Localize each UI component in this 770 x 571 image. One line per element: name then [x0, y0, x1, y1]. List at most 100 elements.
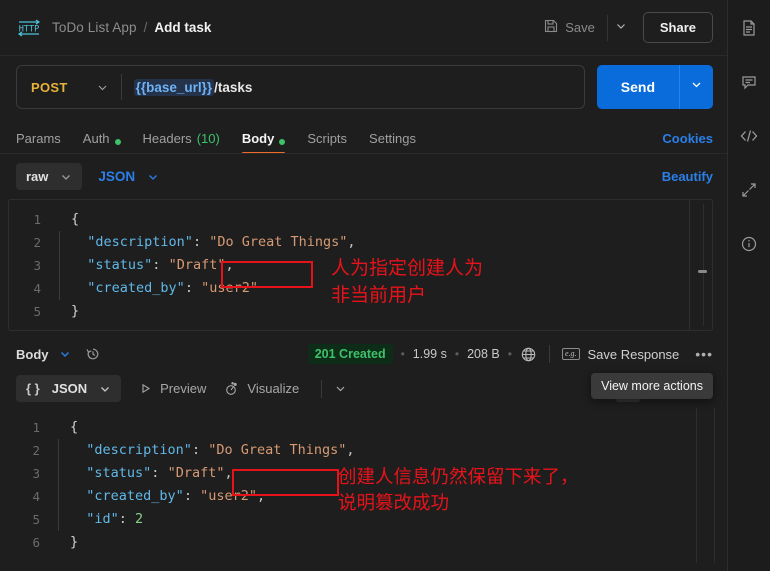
save-options-button[interactable]	[606, 14, 633, 41]
chevron-down-icon	[690, 78, 703, 96]
svg-text:HTTP: HTTP	[19, 24, 39, 34]
visualize-label: Visualize	[247, 381, 300, 396]
response-meta: 201 Created • 1.99 s • 208 B • e.g. Save…	[307, 344, 713, 364]
document-icon[interactable]	[735, 14, 763, 42]
cookies-link[interactable]: Cookies	[662, 131, 713, 154]
fold-guide	[52, 508, 64, 531]
tab-settings[interactable]: Settings	[369, 118, 416, 154]
clock-history-icon[interactable]	[85, 346, 101, 362]
scrollbar-thumb[interactable]	[698, 270, 707, 273]
tab-label: Auth	[82, 131, 110, 146]
header-actions: Save Share	[538, 12, 713, 43]
chevron-down-icon	[147, 171, 159, 183]
request-body-code[interactable]: 1{2 "description": "Do Great Things", 3 "…	[9, 200, 712, 323]
preview-tab[interactable]: Preview	[139, 381, 206, 396]
request-body-editor[interactable]: 1{2 "description": "Do Great Things", 3 "…	[8, 199, 713, 331]
comment-icon[interactable]	[735, 68, 763, 96]
method-selector[interactable]: POST	[17, 66, 121, 108]
response-body-editor[interactable]: 1{2 "description": "Do Great Things", 3 "…	[8, 408, 727, 563]
tab-auth[interactable]: Auth	[83, 118, 121, 154]
line-number: 4	[32, 489, 40, 504]
fold-guide	[52, 439, 64, 462]
visualize-tab[interactable]: Visualize	[224, 381, 299, 396]
breadcrumb-request-name[interactable]: Add task	[154, 20, 211, 35]
code-text: "id": 2	[86, 511, 144, 527]
floppy-disk-icon	[544, 19, 558, 36]
fold-guide	[53, 254, 65, 277]
status-badge: 201 Created	[307, 344, 393, 364]
braces-icon: { }	[26, 381, 40, 396]
line-number: 4	[33, 281, 41, 296]
meta-dot: •	[507, 347, 512, 361]
send-group: Send	[596, 65, 713, 109]
response-format-selector[interactable]: { } JSON	[16, 375, 122, 402]
example-icon: e.g.	[561, 348, 580, 360]
line-number: 5	[32, 512, 40, 527]
scrollbar-track	[703, 204, 704, 326]
chevron-down-icon	[96, 81, 109, 94]
breadcrumb-collection[interactable]: ToDo List App	[52, 20, 137, 35]
save-response-button[interactable]: e.g. Save Response	[561, 347, 679, 362]
response-format-label: JSON	[51, 381, 88, 396]
chevron-down-icon	[60, 171, 72, 183]
code-line: 4 "created_by": "user2",	[8, 485, 727, 508]
response-body-code[interactable]: 1{2 "description": "Do Great Things", 3 "…	[8, 408, 727, 554]
meta-dot: •	[454, 347, 460, 361]
response-tabs: { } JSON Preview Visualize View more act…	[0, 371, 727, 408]
globe-icon[interactable]	[520, 346, 537, 363]
tab-headers[interactable]: Headers (10)	[143, 118, 220, 154]
body-format-selector[interactable]: JSON	[98, 169, 159, 184]
url-input[interactable]: {{base_url}} /tasks	[122, 78, 584, 96]
tab-scripts[interactable]: Scripts	[307, 118, 347, 154]
response-body-selector[interactable]: Body	[16, 347, 71, 362]
code-text: "created_by": "user2",	[86, 488, 266, 504]
fold-guide	[53, 208, 65, 231]
send-button[interactable]: Send	[596, 65, 679, 109]
beautify-button[interactable]: Beautify	[662, 169, 713, 184]
ellipsis-icon[interactable]: •••	[695, 346, 713, 362]
http-icon: HTTP	[16, 17, 42, 39]
fold-guide	[52, 531, 64, 554]
body-mode-selector[interactable]: raw	[16, 163, 83, 190]
code-text: "created_by": "user2"	[87, 280, 258, 296]
save-button[interactable]: Save	[538, 14, 601, 41]
code-line: 3 "status": "Draft",	[8, 462, 727, 485]
request-editor-scrollbar[interactable]	[698, 204, 709, 326]
tabs-underline	[0, 153, 727, 154]
right-sidebar	[727, 0, 770, 571]
line-number: 3	[32, 466, 40, 481]
request-tabs: Params Auth Headers (10) Body Scripts Se…	[0, 118, 727, 154]
line-number: 3	[33, 258, 41, 273]
tab-params[interactable]: Params	[16, 118, 61, 154]
fold-guide	[52, 485, 64, 508]
fold-guide	[53, 277, 65, 300]
url-path: /tasks	[214, 79, 253, 95]
code-line: 3 "status": "Draft",	[9, 254, 712, 277]
chevron-down-icon	[615, 19, 627, 37]
url-variable-chip: {{base_url}}	[133, 78, 215, 96]
breadcrumb-separator: /	[143, 20, 148, 35]
response-size: 208 B	[467, 347, 500, 361]
code-text: "description": "Do Great Things",	[86, 442, 355, 458]
line-number: 1	[33, 212, 41, 227]
body-format-label: JSON	[98, 169, 136, 184]
body-toolbar: raw JSON Beautify	[0, 154, 727, 199]
tab-body[interactable]: Body	[241, 118, 286, 154]
share-button[interactable]: Share	[642, 12, 713, 43]
preview-label: Preview	[160, 381, 207, 396]
code-text: }	[70, 534, 79, 550]
code-text: "status": "Draft",	[87, 257, 234, 273]
meta-divider	[548, 345, 550, 363]
fold-guide	[52, 462, 64, 485]
info-icon[interactable]	[735, 230, 763, 258]
expand-arrows-icon[interactable]	[735, 176, 763, 204]
send-options-button[interactable]	[679, 65, 713, 109]
main-column: HTTP ToDo List App / Add task Save Share…	[0, 0, 727, 571]
chevron-down-icon[interactable]	[334, 382, 347, 395]
status-dot-icon	[279, 139, 286, 145]
save-label: Save	[565, 20, 595, 35]
postman-window: HTTP ToDo List App / Add task Save Share…	[0, 0, 770, 571]
code-text: }	[71, 303, 80, 319]
code-icon[interactable]	[735, 122, 763, 150]
tab-count: (10)	[196, 131, 220, 146]
